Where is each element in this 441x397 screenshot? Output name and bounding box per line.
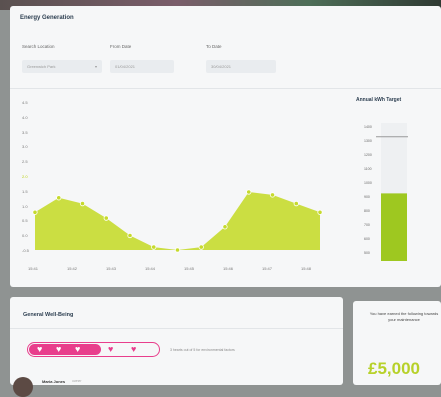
from-date-label: From Date — [110, 44, 132, 49]
heart-icon: ♥ — [37, 344, 43, 354]
data-point — [151, 244, 157, 250]
area-series — [35, 192, 320, 250]
data-point — [79, 201, 86, 207]
data-point — [103, 215, 109, 221]
to-date-value: 30/04/2021 — [211, 64, 232, 69]
to-date-label: To Date — [206, 44, 222, 49]
data-point — [127, 232, 133, 239]
heart-icon: ♥ — [56, 344, 62, 354]
hearts-note: 3 hearts out of 5 for environmental fact… — [170, 348, 235, 352]
location-value: Greenwich Park — [27, 64, 56, 69]
divider — [10, 328, 343, 329]
page-title: Energy Generation — [20, 15, 74, 21]
heart-icon: ♥ — [75, 344, 81, 354]
general-wellbeing-panel: General Well-Being ♥ ♥ ♥ ♥ ♥ 3 hearts ou… — [10, 297, 343, 385]
x-tick-label: 15:43 — [106, 266, 117, 271]
data-point — [174, 247, 181, 253]
data-point — [246, 189, 252, 195]
from-date-value: 01/04/2021 — [115, 64, 136, 69]
data-point — [269, 192, 276, 198]
x-tick-label: 15:44 — [145, 266, 156, 271]
x-tick-label: 15:47 — [262, 266, 273, 271]
energy-area-chart — [32, 189, 323, 253]
avatar[interactable] — [13, 377, 33, 397]
chevron-down-icon: ▾ — [94, 64, 97, 69]
user-tag: owner — [72, 379, 82, 383]
data-point — [317, 209, 323, 215]
user-name[interactable]: Maria Jones — [42, 379, 65, 384]
location-label: Search Location — [22, 44, 55, 49]
savings-panel: You have earned the following towards yo… — [353, 301, 441, 385]
wellbeing-title: General Well-Being — [23, 312, 74, 318]
hearts-rating[interactable]: ♥ ♥ ♥ ♥ ♥ — [27, 342, 160, 357]
data-point — [32, 209, 38, 215]
divider — [10, 88, 441, 89]
data-point — [56, 195, 62, 201]
kwh-bar-fill — [381, 193, 407, 261]
savings-text: You have earned the following towards yo… — [369, 311, 439, 322]
data-point — [222, 224, 228, 230]
x-tick-label: 15:41 — [28, 266, 39, 271]
location-select[interactable]: Greenwich Park ▾ — [22, 60, 102, 73]
to-date-input[interactable]: 30/04/2021 — [206, 60, 276, 73]
x-tick-label: 15:45 — [184, 266, 195, 271]
annual-kwh-target: Annual kWh Target 1400 1300 1200 1100 1000 90… — [356, 95, 441, 265]
x-tick-label: 15:42 — [67, 266, 78, 271]
x-tick-label: 15:48 — [301, 266, 312, 271]
data-point — [293, 201, 299, 207]
savings-amount: £5,000 — [368, 359, 420, 378]
heart-icon: ♥ — [108, 344, 114, 354]
x-tick-label: 15:46 — [223, 266, 234, 271]
data-point — [198, 244, 204, 250]
heart-icon: ♥ — [131, 344, 137, 354]
from-date-input[interactable]: 01/04/2021 — [110, 60, 174, 73]
